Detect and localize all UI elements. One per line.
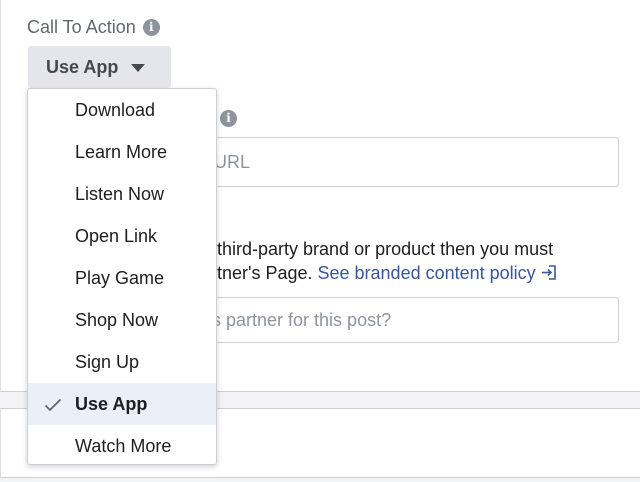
menu-item-use-app[interactable]: Use App xyxy=(28,383,216,425)
branded-content-line-2: tner's Page. See branded content policy xyxy=(217,261,557,287)
brand-partner-input[interactable] xyxy=(151,297,619,343)
menu-item-label: Download xyxy=(75,99,156,120)
menu-item-label: Sign Up xyxy=(75,351,140,372)
menu-item-label: Use App xyxy=(75,393,148,414)
menu-item-listen-now[interactable]: Listen Now xyxy=(28,173,216,215)
call-to-action-menu: Download Learn More Listen Now Open Link… xyxy=(27,88,217,465)
branded-content-policy-link[interactable]: See branded content policy xyxy=(318,263,536,283)
info-icon[interactable]: i xyxy=(142,19,160,36)
menu-item-sign-up[interactable]: Sign Up xyxy=(28,341,216,383)
call-to-action-dropdown-button[interactable]: Use App xyxy=(28,46,171,88)
menu-item-open-link[interactable]: Open Link xyxy=(28,215,216,257)
menu-item-download[interactable]: Download xyxy=(28,89,216,131)
external-link-icon[interactable] xyxy=(540,263,557,287)
menu-item-play-game[interactable]: Play Game xyxy=(28,257,216,299)
menu-item-watch-more[interactable]: Watch More xyxy=(28,425,216,467)
menu-item-label: Shop Now xyxy=(75,309,159,330)
menu-item-label: Play Game xyxy=(75,267,165,288)
call-to-action-label-text: Call To Action xyxy=(27,17,136,37)
info-icon[interactable]: i xyxy=(220,110,237,127)
check-icon xyxy=(44,396,62,417)
caret-down-icon xyxy=(131,64,146,72)
menu-item-shop-now[interactable]: Shop Now xyxy=(28,299,216,341)
menu-item-learn-more[interactable]: Learn More xyxy=(28,131,216,173)
call-to-action-label: Call To Action i xyxy=(27,17,160,38)
menu-item-label: Open Link xyxy=(75,225,158,246)
branded-content-line-1: third-party brand or product then you mu… xyxy=(217,239,554,259)
branded-content-line-2-prefix: tner's Page. xyxy=(217,263,318,283)
menu-item-label: Learn More xyxy=(75,141,168,162)
website-url-input[interactable] xyxy=(151,137,619,187)
cta-selected-value: Use App xyxy=(46,56,119,77)
menu-item-label: Listen Now xyxy=(75,183,165,204)
branded-content-notice: third-party brand or product then you mu… xyxy=(217,237,557,287)
menu-item-label: Watch More xyxy=(75,435,172,456)
